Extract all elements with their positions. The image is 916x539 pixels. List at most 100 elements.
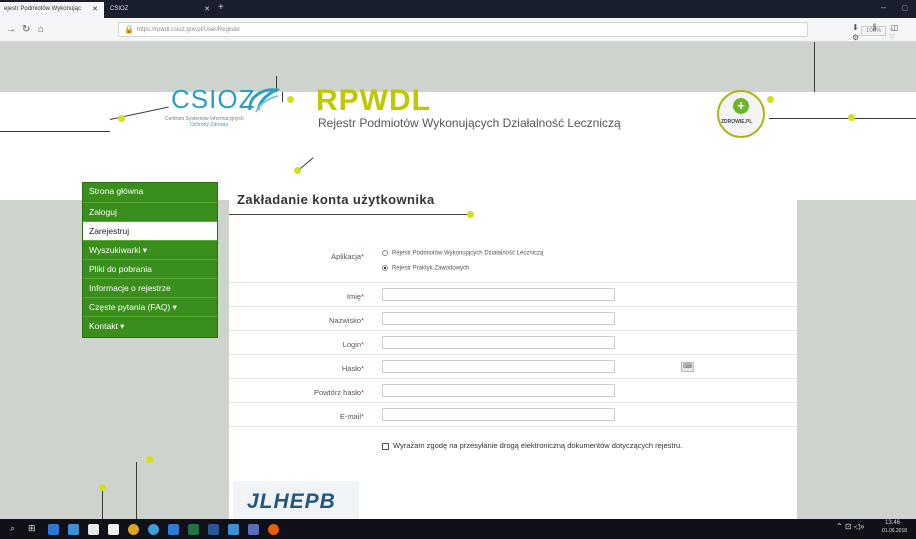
close-tab-icon[interactable]: ✕ <box>92 5 98 13</box>
sidebar-item-faq[interactable]: Częste pytania (FAQ) ▾ <box>83 298 217 317</box>
chrome-icon[interactable] <box>128 524 139 535</box>
title-underline <box>229 214 469 215</box>
app-icon[interactable] <box>248 524 259 535</box>
sidebar-item-search[interactable]: Wyszukiwarki ▾ <box>83 241 217 260</box>
checkbox-box[interactable] <box>382 442 389 450</box>
sidebar-item-home[interactable]: Strona główna <box>83 183 217 203</box>
browser-tab-rpwdl[interactable]: ejestr Podmiotów Wykonując ✕ <box>0 2 104 18</box>
sidebar-item-login[interactable]: Zaloguj <box>83 203 217 222</box>
label-text: Nazwisko <box>328 316 362 325</box>
repeat-password-row: Powtórz hasło* <box>229 378 797 402</box>
keyboard-icon[interactable]: ⌨ <box>681 362 694 372</box>
browser-nav-bar: → ↻ ⌂ 🔒 https://rpwdl.csioz.gov.pl/User/… <box>0 18 916 49</box>
password-row: Hasło* ⌨ <box>229 354 797 378</box>
decor-dot <box>287 96 294 103</box>
clock-date[interactable]: 01.06.2018 <box>882 528 907 534</box>
radio-rpz[interactable]: Rejestr Praktyk Zawodowych <box>382 265 469 272</box>
minimize-icon[interactable]: – <box>881 2 886 12</box>
plus-icon: + <box>733 98 749 114</box>
first-name-row: Imię* <box>229 282 797 306</box>
toolbar-icons[interactable]: ⬇ ⫼ ◫ ⚙ <box>852 23 916 42</box>
first-name-field[interactable] <box>382 288 615 301</box>
radio-circle[interactable] <box>382 265 388 271</box>
mail-icon[interactable] <box>108 524 119 535</box>
window-icon[interactable]: ▢ <box>901 4 908 12</box>
first-name-label: Imię* <box>347 292 364 301</box>
word-icon[interactable] <box>208 524 219 535</box>
required-mark: * <box>361 316 364 325</box>
decor-line <box>136 462 137 519</box>
task-view-icon[interactable]: ⊞ <box>28 523 36 534</box>
rpwdl-logo[interactable]: RPWDL <box>316 84 431 118</box>
radio-label: Rejestr Podmiotów Wykonujących Działalno… <box>392 250 544 257</box>
radio-label: Rejestr Praktyk Zawodowych <box>392 265 470 272</box>
rpwdl-subtitle: Rejestr Podmiotów Wykonujących Działalno… <box>318 116 621 130</box>
registration-panel: Zakładanie konta użytkownika Aplikacja* … <box>229 176 797 519</box>
label-text: Powtórz hasło <box>313 388 362 397</box>
consent-checkbox[interactable]: Wyrażam zgodę na przesyłanie drogą elekt… <box>382 441 682 450</box>
required-mark: * <box>361 292 364 301</box>
required-mark: * <box>361 364 364 373</box>
page-title: Zakładanie konta użytkownika <box>237 192 435 207</box>
required-mark: * <box>361 412 364 421</box>
application-row: Aplikacja* Rejestr Podmiotów Wykonującyc… <box>229 236 797 282</box>
required-mark: * <box>361 340 364 349</box>
captcha-text: JLHEPB <box>247 490 336 513</box>
password-label: Hasło* <box>342 364 364 373</box>
back-icon[interactable]: → <box>6 24 16 35</box>
decor-dot <box>146 456 153 463</box>
login-field[interactable] <box>382 336 615 349</box>
email-label: E-mail* <box>340 412 364 421</box>
repeat-password-field[interactable] <box>382 384 615 397</box>
csioz-logo[interactable]: CSIOZ <box>171 84 255 115</box>
last-name-field[interactable] <box>382 312 615 325</box>
decor-dot <box>467 211 474 218</box>
app-icon[interactable] <box>148 524 159 535</box>
sidebar-menu: Strona główna Zaloguj Zarejestruj Wyszuk… <box>82 182 218 338</box>
search-icon[interactable]: ⌕ <box>10 523 15 534</box>
decor-line <box>102 488 103 519</box>
firefox-icon[interactable] <box>268 524 279 535</box>
consent-row: Wyrażam zgodę na przesyłanie drogą elekt… <box>229 426 797 470</box>
browser-tab-csioz[interactable]: CSIOZ ✕ <box>106 2 216 18</box>
decor-line <box>282 92 283 102</box>
consent-label: Wyrażam zgodę na przesyłanie drogą elekt… <box>393 441 683 450</box>
decor-dot <box>118 115 125 122</box>
captcha-image: JLHEPB <box>233 481 359 519</box>
reload-icon[interactable]: ↻ <box>22 24 30 35</box>
url-bar[interactable]: 🔒 https://rpwdl.csioz.gov.pl/User/Regist… <box>118 22 896 49</box>
lock-icon: 🔒 <box>124 25 134 34</box>
decor-dot <box>294 167 301 174</box>
csioz-swirl-icon <box>248 88 280 113</box>
photos-icon[interactable] <box>228 524 239 535</box>
radio-rpwdl[interactable]: Rejestr Podmiotów Wykonujących Działalno… <box>382 250 543 257</box>
excel-icon[interactable] <box>188 524 199 535</box>
edge-icon[interactable] <box>48 524 59 535</box>
os-taskbar: ⌕ ⊞ ⌃ ⊡ ◁» 13:46 01.06.2018 <box>0 519 916 539</box>
store-icon[interactable] <box>68 524 79 535</box>
decor-dot <box>767 96 774 103</box>
clock-time[interactable]: 13:46 <box>885 520 900 526</box>
sidebar-item-about[interactable]: Informacje o rejestrze <box>83 279 217 298</box>
login-row: Login* <box>229 330 797 354</box>
zdrowie-badge[interactable]: + ZDROWIE.PL <box>717 90 765 138</box>
system-tray-icons[interactable]: ⌃ ⊡ ◁» <box>836 522 864 531</box>
sidebar-item-contact[interactable]: Kontakt ▾ <box>83 317 217 336</box>
password-field[interactable] <box>382 360 615 373</box>
application-label: Aplikacja* <box>331 252 364 261</box>
required-mark: * <box>361 388 364 397</box>
bag-icon[interactable] <box>88 524 99 535</box>
label-text: Hasło <box>341 364 362 373</box>
outlook-icon[interactable] <box>168 524 179 535</box>
new-tab-button[interactable]: + <box>218 2 224 13</box>
last-name-row: Nazwisko* <box>229 306 797 330</box>
sidebar-item-register[interactable]: Zarejestruj <box>83 222 217 241</box>
sidebar-item-downloads[interactable]: Pliki do pobrania <box>83 260 217 279</box>
label-text: E-mail <box>339 412 362 421</box>
required-mark: * <box>361 252 364 261</box>
radio-circle[interactable] <box>382 250 388 256</box>
close-tab-icon[interactable]: ✕ <box>204 5 210 13</box>
badge-label: ZDROWIE.PL <box>721 119 753 125</box>
email-field[interactable] <box>382 408 615 421</box>
home-icon[interactable]: ⌂ <box>38 24 44 35</box>
